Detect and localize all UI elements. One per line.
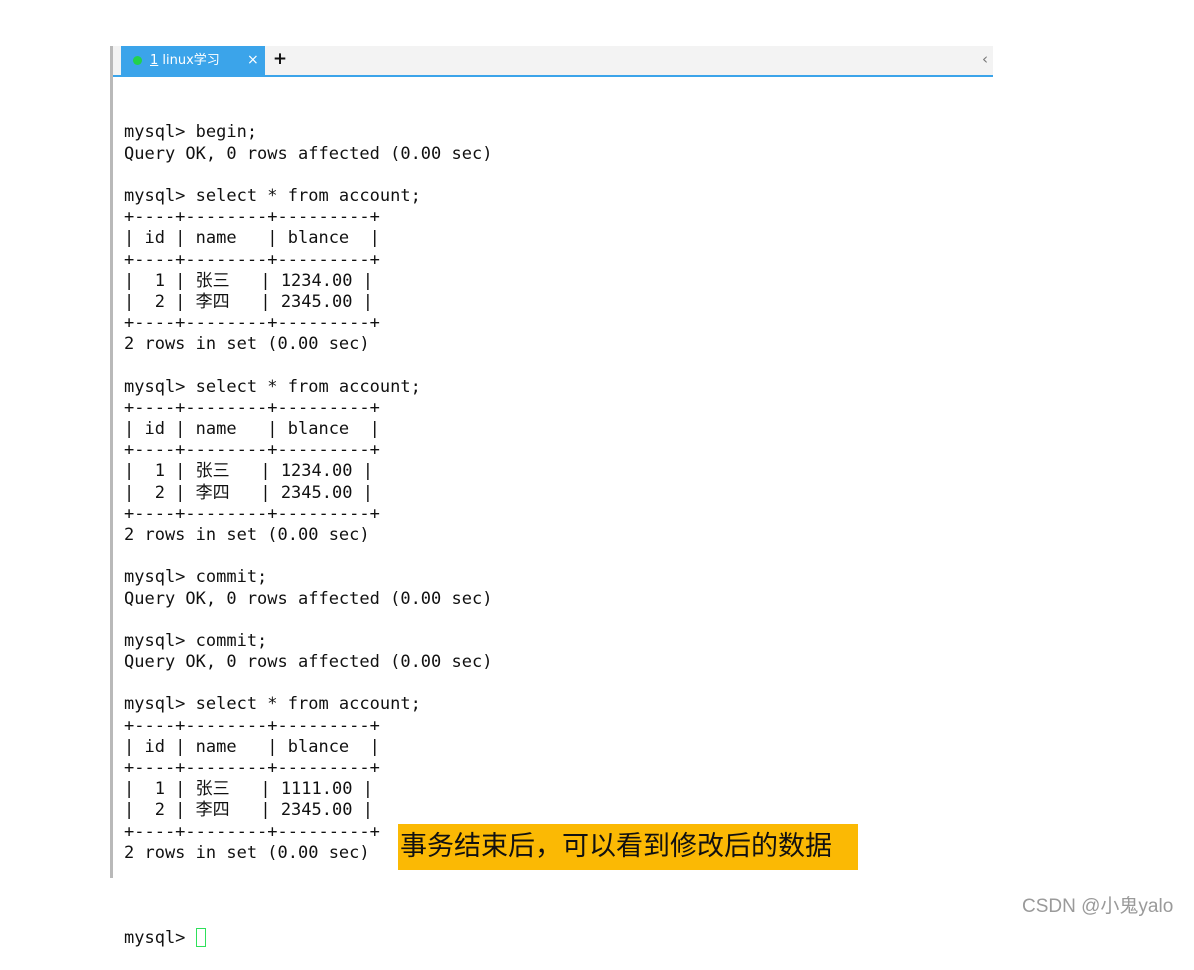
terminal-line: +----+--------+---------+ <box>124 207 380 228</box>
terminal-line: | 2 | 李四 | 2345.00 | <box>124 291 373 312</box>
terminal-line: +----+--------+---------+ <box>124 758 380 779</box>
connection-status-icon <box>133 56 142 65</box>
terminal-line: +----+--------+---------+ <box>124 313 380 334</box>
terminal-line: | 2 | 李四 | 2345.00 | <box>124 482 373 503</box>
terminal-prompt: mysql> <box>124 927 196 948</box>
window-border <box>110 46 113 878</box>
terminal-line: +----+--------+---------+ <box>124 440 380 461</box>
terminal-line: | id | name | blance | <box>124 736 380 757</box>
close-icon[interactable]: × <box>247 46 259 75</box>
tab-label: 1 linux学习 <box>150 46 220 75</box>
terminal-line: | 1 | 张三 | 1234.00 | <box>124 461 373 482</box>
terminal-cursor <box>195 927 206 947</box>
terminal-prompt-line[interactable]: mysql> <box>124 927 984 949</box>
terminal-line: +----+--------+---------+ <box>124 397 380 418</box>
terminal-line: mysql> select * from account; <box>124 694 421 715</box>
terminal-line: | 2 | 李四 | 2345.00 | <box>124 800 373 821</box>
chevron-left-icon[interactable]: ‹ <box>979 46 991 75</box>
terminal-line: +----+--------+---------+ <box>124 249 380 270</box>
new-tab-button[interactable]: + <box>271 46 289 75</box>
terminal-line: mysql> select * from account; <box>124 185 421 206</box>
terminal-line: | 1 | 张三 | 1234.00 | <box>124 270 373 291</box>
tab-title: linux学习 <box>158 53 220 68</box>
terminal-line: mysql> begin; <box>124 122 258 143</box>
terminal-line: Query OK, 0 rows affected (0.00 sec) <box>124 143 493 164</box>
terminal-line: mysql> commit; <box>124 567 268 588</box>
watermark: CSDN @小鬼yalo <box>1022 896 1174 917</box>
terminal-line: mysql> select * from account; <box>124 376 421 397</box>
terminal-line: Query OK, 0 rows affected (0.00 sec) <box>124 652 493 673</box>
terminal-line: mysql> commit; <box>124 630 268 651</box>
annotation-note: 事务结束后，可以看到修改后的数据 <box>398 824 858 870</box>
terminal-line: 2 rows in set (0.00 sec) <box>124 524 370 545</box>
tab-linux-study[interactable]: 1 linux学习 × <box>121 46 265 75</box>
terminal-line: +----+--------+---------+ <box>124 503 380 524</box>
terminal-line: 2 rows in set (0.00 sec) <box>124 334 370 355</box>
terminal-line: | 1 | 张三 | 1111.00 | <box>124 779 373 800</box>
terminal-line: | id | name | blance | <box>124 419 380 440</box>
terminal-line: +----+--------+---------+ <box>124 715 380 736</box>
terminal-line: | id | name | blance | <box>124 228 380 249</box>
tab-bar: 1 linux学习 × + ‹ <box>113 46 993 77</box>
terminal-line: Query OK, 0 rows affected (0.00 sec) <box>124 588 493 609</box>
